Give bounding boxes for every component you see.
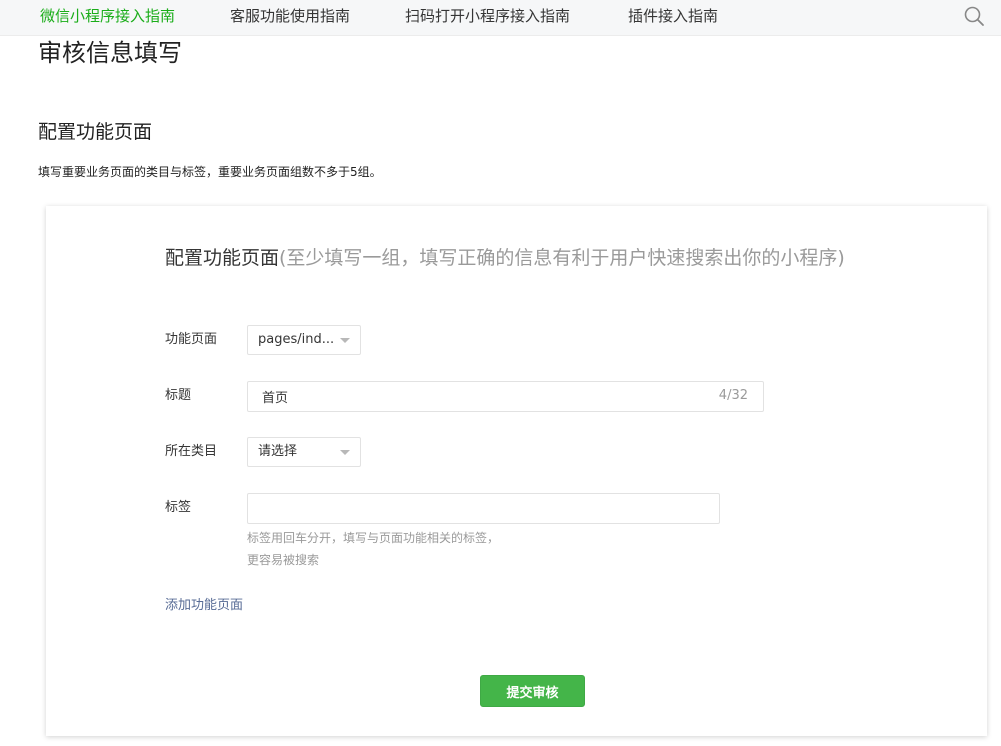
title-input[interactable] [247, 381, 764, 412]
title-char-counter: 4/32 [718, 388, 748, 403]
tab-plugin-guide[interactable]: 插件接入指南 [628, 0, 718, 32]
category-label: 所在类目 [165, 444, 218, 459]
card-heading: 配置功能页面(至少填写一组，填写正确的信息有利于用户快速搜索出你的小程序) [165, 244, 845, 272]
function-page-card: 配置功能页面(至少填写一组，填写正确的信息有利于用户快速搜索出你的小程序) 功能… [46, 206, 987, 736]
search-icon[interactable] [963, 5, 985, 27]
card-heading-hint: (至少填写一组，填写正确的信息有利于用户快速搜索出你的小程序) [279, 247, 845, 269]
function-page-value: pages/ind... [258, 332, 335, 347]
tab-customer-service-guide[interactable]: 客服功能使用指南 [230, 0, 350, 32]
tab-miniprogram-guide[interactable]: 微信小程序接入指南 [40, 0, 175, 32]
tags-input[interactable] [247, 493, 720, 524]
tags-tip-line-1: 标签用回车分开，填写与页面功能相关的标签， [247, 531, 500, 545]
chevron-down-icon [340, 338, 350, 343]
category-select[interactable]: 请选择 [247, 437, 361, 467]
page-title: 审核信息填写 [38, 39, 182, 67]
section-title: 配置功能页面 [38, 121, 153, 143]
tags-tip-line-2: 更容易被搜索 [247, 553, 320, 567]
tags-label: 标签 [165, 500, 192, 515]
add-function-page-link[interactable]: 添加功能页面 [165, 596, 243, 616]
card-heading-title: 配置功能页面 [165, 247, 280, 269]
top-nav: 微信小程序接入指南 客服功能使用指南 扫码打开小程序接入指南 插件接入指南 [0, 0, 1001, 36]
title-label: 标题 [165, 388, 192, 403]
function-page-select[interactable]: pages/ind... [247, 325, 361, 355]
function-page-label: 功能页面 [165, 332, 218, 347]
category-value: 请选择 [258, 444, 298, 459]
tab-scan-qrcode-guide[interactable]: 扫码打开小程序接入指南 [405, 0, 570, 32]
section-description: 填写重要业务页面的类目与标签，重要业务页面组数不多于5组。 [38, 165, 382, 179]
chevron-down-icon [340, 450, 350, 455]
tags-tip: 标签用回车分开，填写与页面功能相关的标签， 更容易被搜索 [247, 527, 499, 571]
submit-review-button[interactable]: 提交审核 [480, 675, 585, 707]
